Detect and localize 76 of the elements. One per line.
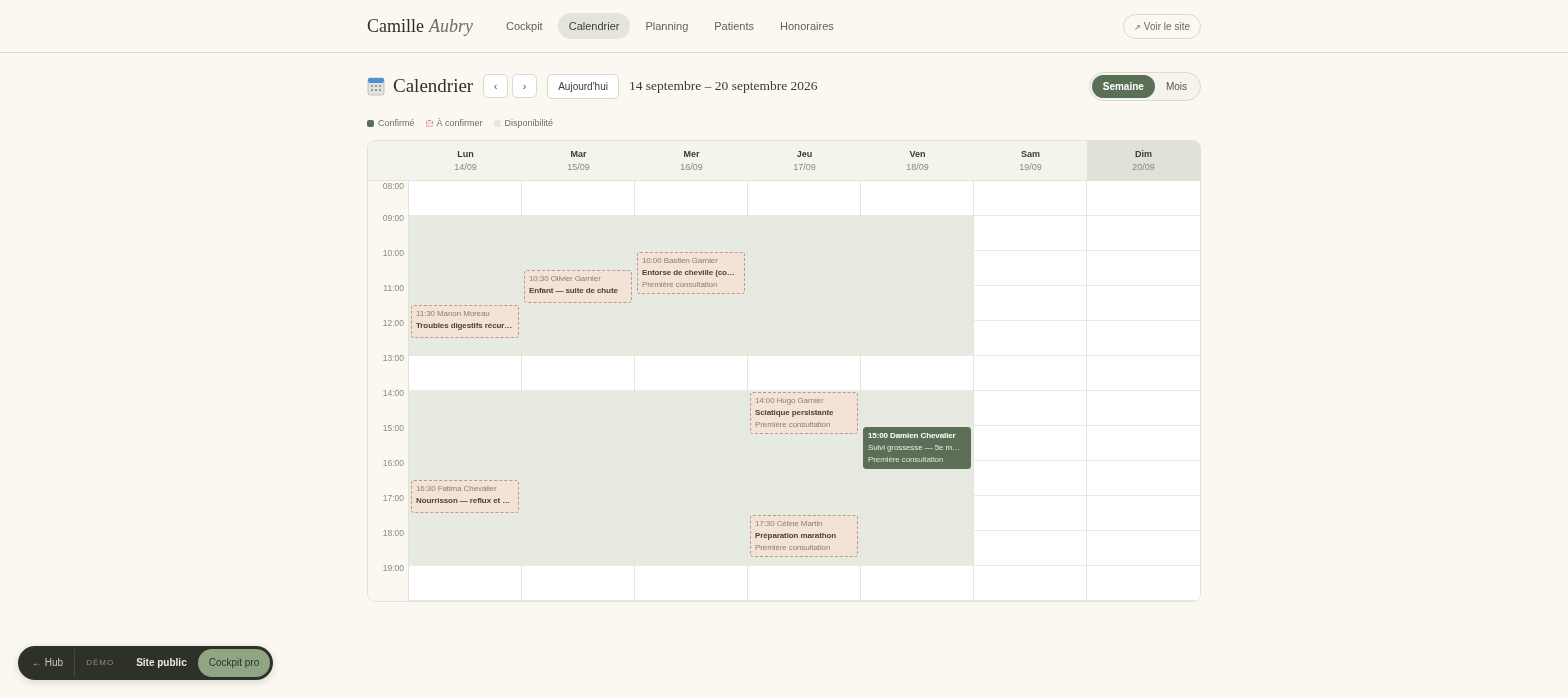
hour-label: 16:00 [382,458,404,468]
calendar-icon [367,76,385,96]
previous-week-button[interactable]: ‹ [483,74,509,98]
appointment-reason: Suivi grossesse — 5e m… [868,443,961,453]
appointment-card[interactable]: 17:30 Céline Martin Préparation marathon Première consultation [750,514,858,557]
appointment-reason: Enfant — suite de chute [529,285,619,296]
appointment-time-patient: 11:30 Manon Moreau [416,308,491,319]
appointment-card[interactable]: 16:30 Fatima Chevalier Nourrisson — reflux et … [411,479,519,513]
appointment-card[interactable]: 10:30 Olivier Garnier Enfant — suite de chute [524,269,632,303]
view-site-button[interactable]: ↗ Voir le site [1123,13,1201,39]
hour-label: 08:00 [382,181,404,191]
next-week-button[interactable]: › [512,74,538,98]
day-name: Jeu [796,149,813,159]
appointment-time-patient: 15:00 Damien Chevalier [868,431,957,441]
appointment-reason: Entorse de cheville (co… [642,268,736,278]
today-button[interactable]: Aujourd'hui [547,73,619,99]
appointment-reason: Nourrisson — reflux et … [416,495,512,506]
hour-label: 11:00 [383,283,404,293]
appointment-note: Première consultation [755,420,832,430]
hour-label: 13:00 [382,353,404,363]
nav-tab[interactable]: Cockpit [495,13,554,39]
day-date: 20/09 [1132,162,1155,172]
legend-label: Confirmé [378,118,415,128]
day-date: 15/09 [567,162,590,172]
appointment-card[interactable]: 11:30 Manon Moreau Troubles digestifs récur… [411,304,519,338]
date-range: 14 septembre – 20 septembre 2026 [628,78,818,94]
nav-tab[interactable]: Patients [703,13,765,39]
nav-tab[interactable]: Calendrier [557,13,631,39]
appointment-card[interactable]: 14:00 Hugo Garnier Sciatique persistante Première consultation [750,392,858,434]
view-tab[interactable]: Semaine [1091,74,1155,98]
brand-first-name: Camille [367,15,424,37]
day-date: 18/09 [906,162,929,172]
day-name: Ven [909,149,926,159]
appointment-time-patient: 10:00 Bastien Garnier [642,256,719,266]
brand-last-name: Aubry [429,15,473,37]
appointment-note: Première consultation [642,280,719,290]
appointment-reason: Sciatique persistante [755,408,835,418]
hour-label: 10:00 [382,248,404,258]
day-date: 16/09 [680,162,703,172]
appointment-time-patient: 14:00 Hugo Garnier [755,396,825,406]
day-name: Mar [570,149,587,159]
legend-label: Disponibilité [504,118,554,128]
day-date: 17/09 [793,162,816,172]
appointment-time-patient: 10:30 Olivier Garnier [529,273,602,284]
nav-tab[interactable]: Honoraires [769,13,845,39]
hour-label: 17:00 [382,493,404,503]
day-date: 19/09 [1019,162,1042,172]
appointment-time-patient: 17:30 Céline Martin [755,518,824,529]
page-title: Calendrier [393,75,474,97]
legend-label: À confirmer [436,118,483,128]
day-date: 14/09 [454,162,477,172]
appointment-reason: Troubles digestifs récur… [416,320,514,331]
legend-swatch [425,119,433,127]
day-name: Lun [457,149,474,159]
nav-tab[interactable]: Planning [634,13,700,39]
mode-tab[interactable]: Site public [125,649,198,677]
appointment-note: Première consultation [868,455,945,465]
hour-label: 14:00 [382,388,404,398]
day-name: Sam [1021,149,1040,159]
appointment-note: Première consultation [755,542,832,553]
appointment-card[interactable]: 10:00 Bastien Garnier Entorse de cheville (co… Première consultation [637,252,745,294]
hour-label: 09:00 [382,213,404,223]
hour-label: 19:00 [382,563,404,573]
appointment-card[interactable]: 15:00 Damien Chevalier Suivi grossesse — 5e m… Première consultation [863,427,971,469]
legend-swatch [367,119,374,127]
hour-label: 18:00 [382,528,404,538]
hour-label: 12:00 [382,318,404,328]
day-name: Mer [683,149,700,159]
appointment-reason: Préparation marathon [755,530,838,541]
mode-tab[interactable]: Cockpit pro [197,649,271,677]
day-name: Dim [1135,149,1152,159]
hub-link[interactable]: ← Hub [21,649,76,677]
view-tab[interactable]: Mois [1154,74,1198,98]
demo-label: DÉMO [85,657,116,669]
hour-label: 15:00 [382,423,404,433]
appointment-time-patient: 16:30 Fatima Chevalier [416,483,498,494]
